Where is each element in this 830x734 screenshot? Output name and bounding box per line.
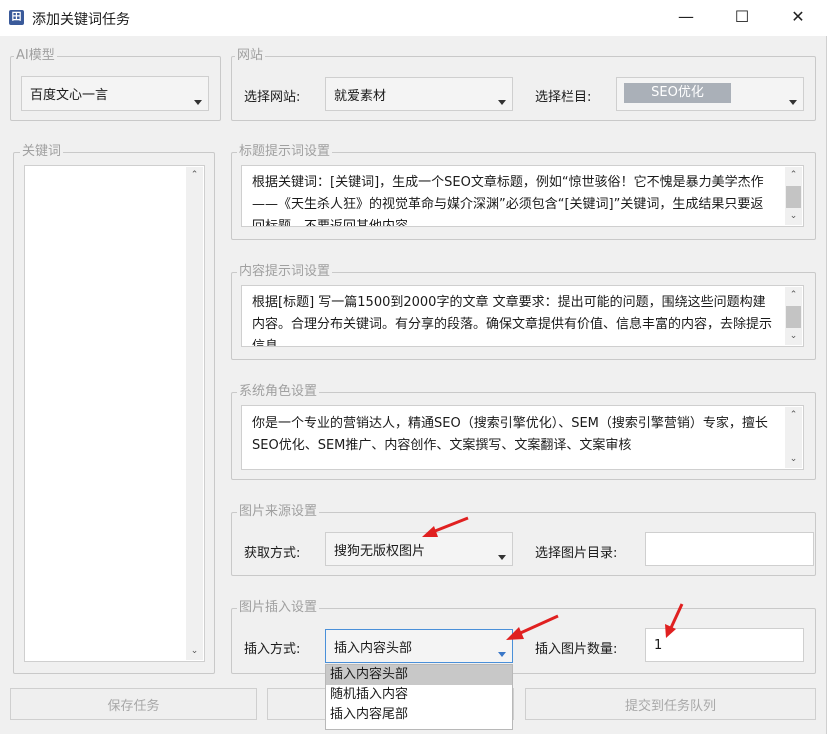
keywords-legend: 关键词 xyxy=(20,144,64,160)
image-source-legend: 图片来源设置 xyxy=(237,504,320,520)
title-prompt-legend: 标题提示词设置 xyxy=(237,144,333,160)
scroll-thumb[interactable] xyxy=(786,186,801,208)
content-prompt-text: 根据[标题] 写一篇1500到2000字的文章 文章要求：提出可能的问题，围绕这… xyxy=(252,295,773,346)
title-prompt-scrollbar[interactable]: ⌃ ⌄ xyxy=(785,167,802,225)
scroll-down-icon[interactable]: ⌄ xyxy=(785,208,802,225)
system-role-text: 你是一个专业的营销达人，精通SEO（搜索引擎优化）、SEM（搜索引擎营销）专家，… xyxy=(252,416,768,453)
column-label: 选择栏目: xyxy=(535,90,592,105)
scroll-down-icon[interactable]: ⌄ xyxy=(785,328,802,345)
background-window-edge xyxy=(826,36,830,734)
dropdown-option-tail[interactable]: 插入内容尾部 xyxy=(326,705,512,725)
scroll-down-icon[interactable]: ⌄ xyxy=(785,451,802,468)
scroll-up-icon[interactable]: ⌃ xyxy=(186,167,203,184)
submit-queue-button[interactable]: 提交到任务队列 xyxy=(525,688,816,720)
system-role-scrollbar[interactable]: ⌃ ⌄ xyxy=(785,407,802,468)
arrow-icon xyxy=(422,516,469,537)
site-select[interactable]: 就爱素材 xyxy=(325,77,513,111)
fetch-method-value: 搜狗无版权图片 xyxy=(334,543,426,559)
scroll-up-icon[interactable]: ⌃ xyxy=(785,167,802,184)
chevron-down-icon xyxy=(194,100,202,105)
scroll-thumb[interactable] xyxy=(786,306,801,328)
dropdown-option-head[interactable]: 插入内容头部 xyxy=(326,665,512,685)
scroll-up-icon[interactable]: ⌃ xyxy=(785,287,802,304)
content-prompt-input[interactable]: 根据[标题] 写一篇1500到2000字的文章 文章要求：提出可能的问题，围绕这… xyxy=(241,285,804,347)
title-prompt-input[interactable]: 根据关键词：[关键词]，生成一个SEO文章标题，例如“惊世骇俗！它不愧是暴力美学… xyxy=(241,165,804,227)
image-dir-label: 选择图片目录: xyxy=(535,546,618,561)
image-dir-input[interactable] xyxy=(645,532,814,566)
column-value: SEO优化 xyxy=(624,83,731,103)
site-label: 选择网站: xyxy=(244,90,301,105)
keywords-scrollbar[interactable]: ⌃ ⌄ xyxy=(186,167,203,660)
app-icon: 田 xyxy=(9,10,24,25)
scroll-up-icon[interactable]: ⌃ xyxy=(785,407,802,424)
content-prompt-scrollbar[interactable]: ⌃ ⌄ xyxy=(785,287,802,345)
title-prompt-text: 根据关键词：[关键词]，生成一个SEO文章标题，例如“惊世骇俗！它不愧是暴力美学… xyxy=(252,175,764,226)
system-role-input[interactable]: 你是一个专业的营销达人，精通SEO（搜索引擎优化）、SEM（搜索引擎营销）专家，… xyxy=(241,405,804,470)
insert-mode-select[interactable]: 插入内容头部 xyxy=(325,629,513,663)
arrow-icon xyxy=(506,614,559,640)
fetch-method-label: 获取方式: xyxy=(244,546,301,561)
maximize-icon[interactable]: ☐ xyxy=(719,0,765,36)
annotation-arrow-1 xyxy=(420,516,470,540)
chevron-down-icon xyxy=(498,652,506,657)
minimize-icon[interactable]: — xyxy=(663,0,709,36)
arrow-icon xyxy=(665,603,684,638)
chevron-down-icon xyxy=(498,555,506,560)
annotation-arrow-3 xyxy=(662,602,686,640)
ai-model-value: 百度文心一言 xyxy=(30,88,109,103)
ai-model-legend: AI模型 xyxy=(14,48,57,64)
scroll-down-icon[interactable]: ⌄ xyxy=(186,643,203,660)
site-value: 就爱素材 xyxy=(334,88,387,104)
ai-model-select[interactable]: 百度文心一言 xyxy=(21,76,209,111)
window-title: 添加关键词任务 xyxy=(32,12,130,28)
chevron-down-icon xyxy=(498,100,506,105)
fetch-method-select[interactable]: 搜狗无版权图片 xyxy=(325,532,513,566)
website-legend: 网站 xyxy=(235,48,266,64)
system-role-legend: 系统角色设置 xyxy=(237,384,320,400)
insert-mode-label: 插入方式: xyxy=(244,642,301,657)
dropdown-option-random[interactable]: 随机插入内容 xyxy=(326,685,512,705)
keywords-input[interactable]: ⌃ ⌄ xyxy=(24,165,205,662)
close-icon[interactable]: ✕ xyxy=(775,0,821,36)
insert-mode-value: 插入内容头部 xyxy=(334,640,413,656)
save-task-button[interactable]: 保存任务 xyxy=(10,688,257,720)
annotation-arrow-2 xyxy=(504,614,560,642)
column-select[interactable]: SEO优化 xyxy=(616,77,804,111)
title-bar: 田 添加关键词任务 — ☐ ✕ xyxy=(0,0,830,36)
insert-mode-dropdown[interactable]: 插入内容头部 随机插入内容 插入内容尾部 xyxy=(325,664,513,730)
image-insert-legend: 图片插入设置 xyxy=(237,600,320,616)
content-prompt-legend: 内容提示词设置 xyxy=(237,264,333,280)
chevron-down-icon xyxy=(789,100,797,105)
